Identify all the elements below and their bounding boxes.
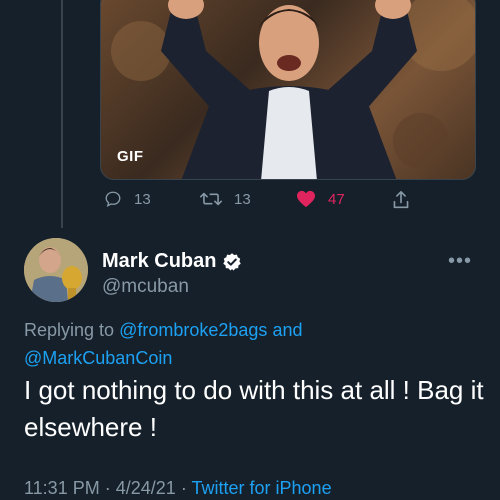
retweet-button[interactable]: 13 — [200, 190, 251, 208]
mention-link-2[interactable]: @MarkCubanCoin — [24, 348, 172, 368]
tweet-meta: 11:31 PM · 4/24/21 · Twitter for iPhone — [24, 478, 332, 499]
more-options-button[interactable]: ••• — [448, 250, 472, 273]
heart-filled-icon — [297, 190, 315, 208]
author-name-row: Mark Cuban — [102, 250, 242, 273]
tweet-action-bar: 13 13 47 — [100, 190, 430, 216]
gif-media[interactable]: GIF — [100, 0, 476, 180]
retweet-icon — [200, 192, 222, 206]
retweet-count: 13 — [234, 190, 251, 208]
gif-badge: GIF — [117, 148, 144, 165]
avatar[interactable] — [24, 238, 88, 302]
meta-separator-2: · — [180, 478, 187, 498]
author-handle[interactable]: @mcuban — [102, 276, 189, 298]
avatar-image — [24, 238, 88, 302]
tweet-text: I got nothing to do with this at all ! B… — [24, 375, 484, 442]
tweet-date: 4/24/21 — [115, 478, 176, 498]
verified-badge-icon — [223, 252, 242, 270]
tweet-source-link[interactable]: Twitter for iPhone — [192, 478, 332, 498]
meta-separator-1: · — [104, 478, 111, 498]
share-button[interactable] — [392, 190, 410, 210]
reply-button[interactable]: 13 — [104, 190, 151, 208]
like-button[interactable]: 47 — [296, 190, 345, 208]
mention-link-1[interactable]: @frombroke2bags — [119, 320, 267, 340]
replying-prefix: Replying to — [24, 320, 115, 340]
tweet-detail-screen: GIF 13 13 47 Mark Cuban @mcuban ••• Repl… — [0, 0, 500, 500]
gif-frame-illustration — [111, 0, 475, 179]
reply-icon — [105, 191, 121, 208]
replying-conjunction: and — [272, 320, 303, 340]
thread-line — [61, 0, 63, 228]
like-count: 47 — [328, 190, 345, 208]
author-display-name[interactable]: Mark Cuban — [102, 250, 216, 273]
replying-to: Replying to @frombroke2bags and @MarkCub… — [24, 316, 484, 372]
tweet-time: 11:31 PM — [24, 478, 100, 498]
reply-count: 13 — [134, 190, 151, 208]
share-icon — [393, 191, 409, 209]
